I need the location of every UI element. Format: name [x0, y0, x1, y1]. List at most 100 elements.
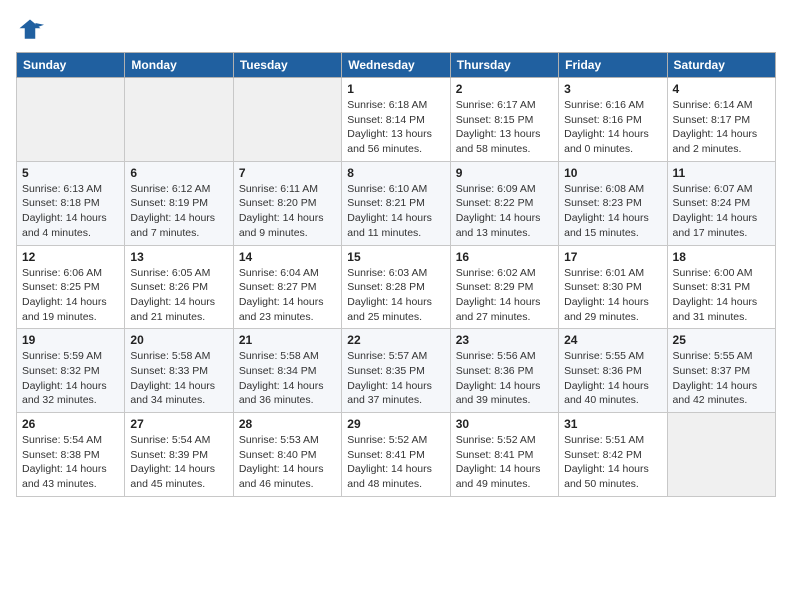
- day-number: 27: [130, 417, 227, 431]
- calendar-cell: 23 Sunrise: 5:56 AMSunset: 8:36 PMDayligh…: [450, 329, 558, 413]
- day-number: 14: [239, 250, 336, 264]
- weekday-header-monday: Monday: [125, 53, 233, 78]
- calendar-cell: 7Sunrise: 6:11 AMSunset: 8:20 PMDaylight…: [233, 161, 341, 245]
- day-info: Sunrise: 6:08 AMSunset: 8:23 PMDaylight:…: [564, 182, 661, 241]
- day-number: 20: [130, 333, 227, 347]
- calendar-cell: 22 Sunrise: 5:57 AMSunset: 8:35 PMDayligh…: [342, 329, 450, 413]
- day-info: Sunrise: 6:10 AMSunset: 8:21 PMDaylight:…: [347, 182, 444, 241]
- day-number: 28: [239, 417, 336, 431]
- day-info: Sunrise: 5:52 AMSunset: 8:41 PMDaylight:…: [347, 433, 444, 492]
- calendar-cell: 31 Sunrise: 5:51 AMSunset: 8:42 PMDayligh…: [559, 413, 667, 497]
- day-info: Sunrise: 5:54 AMSunset: 8:38 PMDaylight:…: [22, 433, 119, 492]
- day-info: Sunrise: 6:18 AMSunset: 8:14 PMDaylight:…: [347, 98, 444, 157]
- day-info: Sunrise: 6:16 AMSunset: 8:16 PMDaylight:…: [564, 98, 661, 157]
- day-number: 6: [130, 166, 227, 180]
- day-number: 2: [456, 82, 553, 96]
- day-info: Sunrise: 6:12 AMSunset: 8:19 PMDaylight:…: [130, 182, 227, 241]
- calendar-cell: 19Sunrise: 5:59 AMSunset: 8:32 PMDayligh…: [17, 329, 125, 413]
- logo-icon: [16, 16, 44, 44]
- weekday-header-wednesday: Wednesday: [342, 53, 450, 78]
- day-number: 11: [673, 166, 770, 180]
- calendar-cell: 13 Sunrise: 6:05 AMSunset: 8:26 PMDayligh…: [125, 245, 233, 329]
- calendar-cell: 24 Sunrise: 5:55 AMSunset: 8:36 PMDayligh…: [559, 329, 667, 413]
- weekday-header-tuesday: Tuesday: [233, 53, 341, 78]
- calendar-cell: 26 Sunrise: 5:54 AMSunset: 8:38 PMDayligh…: [17, 413, 125, 497]
- calendar-cell: 4 Sunrise: 6:14 AMSunset: 8:17 PMDaylight…: [667, 78, 775, 162]
- day-number: 25: [673, 333, 770, 347]
- day-number: 23: [456, 333, 553, 347]
- weekday-header-row: SundayMondayTuesdayWednesdayThursdayFrid…: [17, 53, 776, 78]
- calendar-cell: 29 Sunrise: 5:52 AMSunset: 8:41 PMDayligh…: [342, 413, 450, 497]
- day-number: 18: [673, 250, 770, 264]
- day-info: Sunrise: 5:52 AMSunset: 8:41 PMDaylight:…: [456, 433, 553, 492]
- calendar-week-4: 19Sunrise: 5:59 AMSunset: 8:32 PMDayligh…: [17, 329, 776, 413]
- day-info: Sunrise: 5:57 AMSunset: 8:35 PMDaylight:…: [347, 349, 444, 408]
- weekday-header-saturday: Saturday: [667, 53, 775, 78]
- day-number: 5: [22, 166, 119, 180]
- day-number: 30: [456, 417, 553, 431]
- day-number: 9: [456, 166, 553, 180]
- calendar-week-2: 5 Sunrise: 6:13 AMSunset: 8:18 PMDaylight…: [17, 161, 776, 245]
- day-info: Sunrise: 5:51 AMSunset: 8:42 PMDaylight:…: [564, 433, 661, 492]
- calendar-week-3: 12 Sunrise: 6:06 AMSunset: 8:25 PMDayligh…: [17, 245, 776, 329]
- day-info: Sunrise: 6:05 AMSunset: 8:26 PMDaylight:…: [130, 266, 227, 325]
- day-number: 13: [130, 250, 227, 264]
- calendar-cell: 25Sunrise: 5:55 AMSunset: 8:37 PMDayligh…: [667, 329, 775, 413]
- calendar-cell: 14Sunrise: 6:04 AMSunset: 8:27 PMDayligh…: [233, 245, 341, 329]
- day-number: 22: [347, 333, 444, 347]
- calendar-cell: 2 Sunrise: 6:17 AMSunset: 8:15 PMDaylight…: [450, 78, 558, 162]
- calendar-cell: 11 Sunrise: 6:07 AMSunset: 8:24 PMDayligh…: [667, 161, 775, 245]
- day-number: 1: [347, 82, 444, 96]
- calendar-cell: 8 Sunrise: 6:10 AMSunset: 8:21 PMDaylight…: [342, 161, 450, 245]
- calendar-cell: 15 Sunrise: 6:03 AMSunset: 8:28 PMDayligh…: [342, 245, 450, 329]
- calendar-cell: 30 Sunrise: 5:52 AMSunset: 8:41 PMDayligh…: [450, 413, 558, 497]
- weekday-header-sunday: Sunday: [17, 53, 125, 78]
- calendar-cell: 6 Sunrise: 6:12 AMSunset: 8:19 PMDaylight…: [125, 161, 233, 245]
- day-number: 26: [22, 417, 119, 431]
- weekday-header-friday: Friday: [559, 53, 667, 78]
- calendar-cell: 9 Sunrise: 6:09 AMSunset: 8:22 PMDaylight…: [450, 161, 558, 245]
- day-info: Sunrise: 5:58 AMSunset: 8:34 PMDaylight:…: [239, 349, 336, 408]
- calendar-cell: [233, 78, 341, 162]
- day-info: Sunrise: 5:56 AMSunset: 8:36 PMDaylight:…: [456, 349, 553, 408]
- day-info: Sunrise: 5:55 AMSunset: 8:36 PMDaylight:…: [564, 349, 661, 408]
- calendar-cell: 21 Sunrise: 5:58 AMSunset: 8:34 PMDayligh…: [233, 329, 341, 413]
- calendar-cell: 20Sunrise: 5:58 AMSunset: 8:33 PMDayligh…: [125, 329, 233, 413]
- calendar-cell: [125, 78, 233, 162]
- day-number: 8: [347, 166, 444, 180]
- day-info: Sunrise: 6:01 AMSunset: 8:30 PMDaylight:…: [564, 266, 661, 325]
- day-number: 12: [22, 250, 119, 264]
- calendar-cell: [17, 78, 125, 162]
- day-number: 19: [22, 333, 119, 347]
- calendar-cell: 28 Sunrise: 5:53 AMSunset: 8:40 PMDayligh…: [233, 413, 341, 497]
- day-info: Sunrise: 6:02 AMSunset: 8:29 PMDaylight:…: [456, 266, 553, 325]
- day-info: Sunrise: 6:13 AMSunset: 8:18 PMDaylight:…: [22, 182, 119, 241]
- day-info: Sunrise: 6:17 AMSunset: 8:15 PMDaylight:…: [456, 98, 553, 157]
- logo: [16, 16, 48, 44]
- calendar-cell: [667, 413, 775, 497]
- calendar-table: SundayMondayTuesdayWednesdayThursdayFrid…: [16, 52, 776, 497]
- day-info: Sunrise: 6:14 AMSunset: 8:17 PMDaylight:…: [673, 98, 770, 157]
- calendar-cell: 5 Sunrise: 6:13 AMSunset: 8:18 PMDaylight…: [17, 161, 125, 245]
- day-number: 4: [673, 82, 770, 96]
- day-number: 21: [239, 333, 336, 347]
- calendar-cell: 18 Sunrise: 6:00 AMSunset: 8:31 PMDayligh…: [667, 245, 775, 329]
- day-number: 7: [239, 166, 336, 180]
- day-number: 10: [564, 166, 661, 180]
- calendar-week-5: 26 Sunrise: 5:54 AMSunset: 8:38 PMDayligh…: [17, 413, 776, 497]
- day-info: Sunrise: 6:00 AMSunset: 8:31 PMDaylight:…: [673, 266, 770, 325]
- day-info: Sunrise: 5:53 AMSunset: 8:40 PMDaylight:…: [239, 433, 336, 492]
- calendar-week-1: 1 Sunrise: 6:18 AMSunset: 8:14 PMDaylight…: [17, 78, 776, 162]
- day-number: 29: [347, 417, 444, 431]
- day-number: 15: [347, 250, 444, 264]
- day-info: Sunrise: 6:09 AMSunset: 8:22 PMDaylight:…: [456, 182, 553, 241]
- page-header: [16, 16, 776, 44]
- calendar-cell: 3Sunrise: 6:16 AMSunset: 8:16 PMDaylight…: [559, 78, 667, 162]
- day-info: Sunrise: 6:03 AMSunset: 8:28 PMDaylight:…: [347, 266, 444, 325]
- day-info: Sunrise: 6:07 AMSunset: 8:24 PMDaylight:…: [673, 182, 770, 241]
- day-number: 24: [564, 333, 661, 347]
- day-number: 17: [564, 250, 661, 264]
- day-number: 31: [564, 417, 661, 431]
- calendar-cell: 1 Sunrise: 6:18 AMSunset: 8:14 PMDaylight…: [342, 78, 450, 162]
- day-info: Sunrise: 6:06 AMSunset: 8:25 PMDaylight:…: [22, 266, 119, 325]
